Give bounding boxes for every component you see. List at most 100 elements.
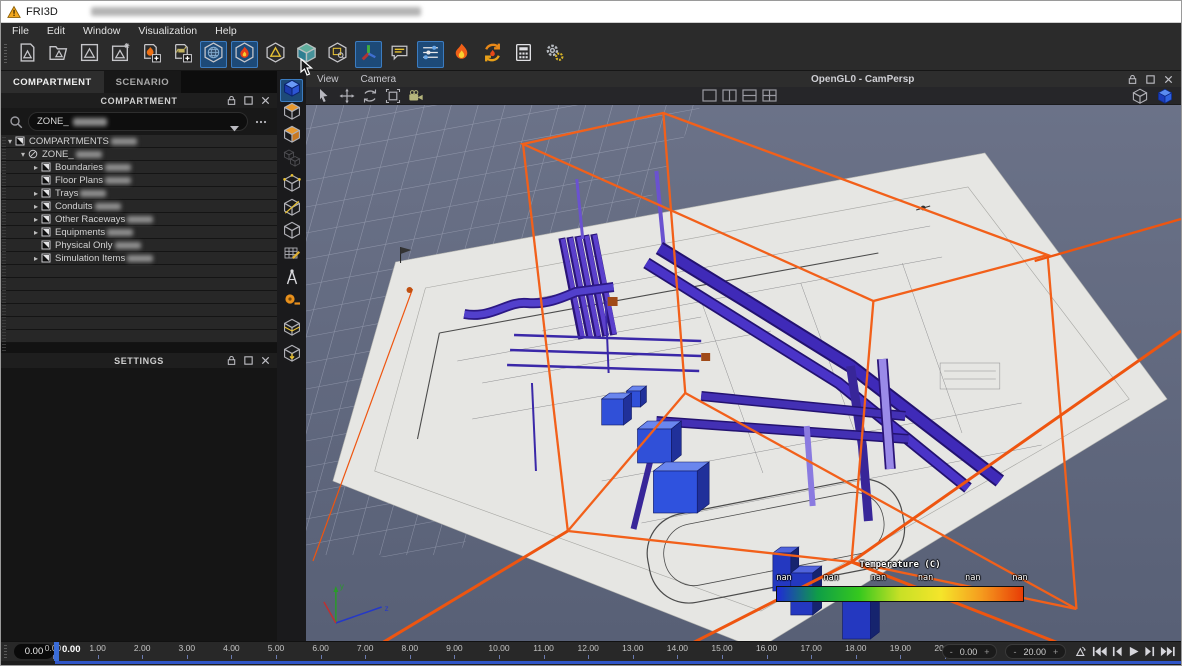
tree-row[interactable]: ▸Conduits xyxy=(1,200,277,213)
tree-row[interactable]: ▸Boundaries xyxy=(1,161,277,174)
expander-icon[interactable]: ▸ xyxy=(31,215,41,224)
expander-icon[interactable]: ▸ xyxy=(31,254,41,263)
add-fire-page-button[interactable] xyxy=(138,41,165,68)
cube-section-button[interactable] xyxy=(280,198,303,221)
tree-row[interactable]: ▾COMPARTMENTS xyxy=(1,135,277,148)
open-model-button[interactable] xyxy=(45,41,72,68)
panel-max-icon[interactable] xyxy=(243,355,254,366)
toggle-solid-view-button[interactable] xyxy=(293,41,320,68)
loop-rate-icon[interactable] xyxy=(1074,646,1087,657)
menu-item[interactable]: Window xyxy=(74,25,129,37)
wire-cube-icon[interactable] xyxy=(1132,88,1148,104)
timeline-grip[interactable] xyxy=(4,645,7,658)
decrement-button[interactable]: - xyxy=(950,647,953,657)
step-forward-icon[interactable] xyxy=(1144,646,1155,657)
cube-top-face-button[interactable] xyxy=(280,102,303,125)
layout-two-v-icon[interactable] xyxy=(722,89,737,102)
fire-tool-button[interactable] xyxy=(448,41,475,68)
toggle-warning-view-button[interactable] xyxy=(262,41,289,68)
layout-single-icon[interactable] xyxy=(702,89,717,102)
timeline-ruler[interactable]: 0.001.002.003.004.005.006.007.008.009.00… xyxy=(53,642,953,661)
toggle-axes-button[interactable] xyxy=(355,41,382,68)
tree-row[interactable]: Floor Plans xyxy=(1,174,277,187)
cube-outline-button[interactable] xyxy=(280,221,303,244)
decrement-button[interactable]: - xyxy=(1013,647,1016,657)
lock-icon[interactable] xyxy=(226,355,237,366)
import-frame-new-button[interactable] xyxy=(107,41,134,68)
pan-icon[interactable] xyxy=(339,88,355,104)
settings-button[interactable] xyxy=(541,41,568,68)
timeline-cursor[interactable] xyxy=(54,642,59,661)
viewport-menu-item[interactable]: Camera xyxy=(350,74,408,85)
dock-tab[interactable]: SCENARIO xyxy=(104,71,181,93)
menu-item[interactable]: File xyxy=(3,25,38,37)
viewport-menu-item[interactable]: View xyxy=(306,74,350,85)
range-start-spinner[interactable]: - 0.00 + xyxy=(942,644,998,659)
panel-grip[interactable] xyxy=(2,137,6,351)
zoom-box-icon[interactable] xyxy=(385,88,401,104)
settings-panel-header[interactable]: SETTINGS xyxy=(1,353,277,368)
cube-import-button[interactable] xyxy=(280,344,303,367)
timeline-track[interactable] xyxy=(55,661,1181,664)
play-icon[interactable] xyxy=(1128,646,1139,657)
orbit-icon[interactable] xyxy=(362,88,378,104)
increment-button[interactable]: + xyxy=(1053,647,1058,657)
dock-tab[interactable]: COMPARTMENT xyxy=(1,71,104,93)
toggle-fire-view-button[interactable] xyxy=(231,41,258,68)
display-settings-button[interactable] xyxy=(417,41,444,68)
nav-cube-button[interactable] xyxy=(280,79,303,102)
lock-icon[interactable] xyxy=(226,95,237,106)
panel-close-icon[interactable] xyxy=(260,355,271,366)
toggle-texture-view-button[interactable] xyxy=(324,41,351,68)
lock-icon[interactable] xyxy=(1127,74,1138,85)
measure-compass-button[interactable] xyxy=(280,267,303,291)
zone-combobox[interactable]: ZONE_ xyxy=(28,112,248,131)
expander-icon[interactable]: ▸ xyxy=(31,163,41,172)
3d-scene[interactable]: y z xyxy=(306,105,1181,641)
tree-row[interactable]: ▸Equipments xyxy=(1,226,277,239)
expander-icon[interactable]: ▸ xyxy=(31,189,41,198)
tree-row[interactable]: ▾ZONE_ xyxy=(1,148,277,161)
tree-row[interactable]: ▸Trays xyxy=(1,187,277,200)
more-options-button[interactable] xyxy=(253,120,269,124)
cube-wrap-button[interactable] xyxy=(280,314,303,344)
panel-close-icon[interactable] xyxy=(260,95,271,106)
skip-start-icon[interactable] xyxy=(1092,646,1108,657)
measure-tape-button[interactable] xyxy=(280,291,303,314)
skip-end-icon[interactable] xyxy=(1160,646,1176,657)
menu-item[interactable]: Edit xyxy=(38,25,74,37)
camera-icon[interactable] xyxy=(408,88,424,104)
increment-button[interactable]: + xyxy=(984,647,989,657)
shaded-cube-icon[interactable] xyxy=(1157,88,1173,104)
expander-icon[interactable]: ▾ xyxy=(18,150,28,159)
panel-max-icon[interactable] xyxy=(1145,74,1156,85)
compartment-panel-header[interactable]: COMPARTMENT xyxy=(1,93,277,108)
range-end-spinner[interactable]: - 20.00 + xyxy=(1005,644,1066,659)
new-model-button[interactable] xyxy=(14,41,41,68)
run-simulation-button[interactable] xyxy=(479,41,506,68)
select-arrow-icon[interactable] xyxy=(316,88,332,104)
tree-row[interactable]: ▸Simulation Items xyxy=(1,252,277,265)
menu-item[interactable]: Help xyxy=(206,25,246,37)
panel-close-icon[interactable] xyxy=(1163,74,1174,85)
grid-edit-button[interactable] xyxy=(280,244,303,267)
toolbar-grip[interactable] xyxy=(4,44,7,65)
expander-icon[interactable]: ▸ xyxy=(31,228,41,237)
layout-two-h-icon[interactable] xyxy=(742,89,757,102)
layout-quad-icon[interactable] xyxy=(762,89,777,102)
tree-row[interactable]: Physical Only xyxy=(1,239,277,252)
tree-row[interactable]: ▸Other Raceways xyxy=(1,213,277,226)
toggle-globe-view-button[interactable] xyxy=(200,41,227,68)
menu-item[interactable]: Visualization xyxy=(129,25,206,37)
viewport-canvas[interactable]: y z Temperature (C) nannannannannannan xyxy=(306,105,1181,641)
expander-icon[interactable]: ▸ xyxy=(31,202,41,211)
cube-open-face-button[interactable] xyxy=(280,125,303,148)
comments-button[interactable] xyxy=(386,41,413,68)
calculator-button[interactable] xyxy=(510,41,537,68)
expander-icon[interactable]: ▾ xyxy=(5,137,15,146)
step-back-icon[interactable] xyxy=(1112,646,1123,657)
cube-vertex-button[interactable] xyxy=(280,172,303,198)
import-frame-button[interactable] xyxy=(76,41,103,68)
add-equipment-page-button[interactable] xyxy=(169,41,196,68)
copy-objects-button[interactable] xyxy=(280,148,303,172)
